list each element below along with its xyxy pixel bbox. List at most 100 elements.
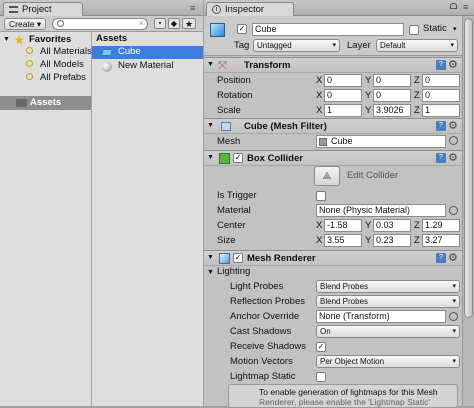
transform-header[interactable]: ▼ ⤧ Transform ? ⚙ bbox=[204, 57, 462, 73]
size-x-field[interactable]: 3.55 bbox=[324, 234, 362, 247]
reflection-probes-label: Reflection Probes bbox=[230, 296, 305, 307]
tab-inspector[interactable]: i Inspector bbox=[206, 2, 294, 16]
scale-label: Scale bbox=[217, 105, 241, 116]
list-icon bbox=[9, 6, 18, 13]
active-checkbox[interactable]: ✓ bbox=[237, 24, 247, 34]
position-y-field[interactable]: 0 bbox=[373, 74, 411, 87]
receive-shadows-checkbox[interactable]: ✓ bbox=[316, 342, 326, 352]
lightmap-info-box: To enable generation of lightmaps for th… bbox=[228, 384, 458, 408]
favorites-expand-icon[interactable]: ▼ bbox=[3, 36, 10, 43]
component-enabled-checkbox[interactable]: ✓ bbox=[233, 253, 243, 263]
project-tab-label: Project bbox=[22, 4, 52, 15]
scale-z-field[interactable]: 1 bbox=[422, 104, 460, 117]
panel-menu-icon[interactable]: ≡ bbox=[463, 2, 468, 12]
create-button[interactable]: Create ▾ bbox=[4, 18, 47, 30]
scale-x-field[interactable]: 1 bbox=[324, 104, 362, 117]
search-by-label-icon[interactable]: ◆ bbox=[168, 18, 180, 29]
search-icon bbox=[26, 60, 33, 67]
favorite-item-models[interactable]: All Models bbox=[26, 59, 96, 71]
help-book-icon[interactable]: ? bbox=[436, 253, 446, 263]
gear-icon[interactable]: ⚙ bbox=[448, 119, 458, 132]
help-book-icon[interactable]: ? bbox=[436, 121, 446, 131]
tag-dropdown[interactable]: Untagged ▾ bbox=[253, 39, 340, 52]
is-trigger-checkbox[interactable] bbox=[316, 191, 326, 201]
scrollbar-thumb[interactable] bbox=[464, 18, 473, 318]
axis-z-label: Z bbox=[414, 220, 420, 231]
lighting-expand-icon[interactable]: ▼ bbox=[207, 269, 214, 276]
component-enabled-checkbox[interactable]: ✓ bbox=[233, 153, 243, 163]
search-clear-icon[interactable]: × bbox=[139, 18, 144, 28]
axis-y-label: Y bbox=[365, 235, 372, 246]
size-z-field[interactable]: 3.27 bbox=[422, 234, 460, 247]
static-dropdown-arrow-icon[interactable]: ▾ bbox=[453, 25, 457, 33]
box-collider-header[interactable]: ▼ ✓ Box Collider ? ⚙ bbox=[204, 150, 462, 166]
mesh-label: Mesh bbox=[217, 136, 241, 147]
motion-vectors-value: Per Object Motion bbox=[320, 357, 385, 366]
mesh-object-field[interactable]: Cube bbox=[316, 135, 446, 148]
favorites-list: All Materials All Models All Prefabs bbox=[26, 45, 96, 84]
object-picker-icon[interactable] bbox=[449, 206, 458, 215]
motion-vectors-dropdown[interactable]: Per Object Motion ▾ bbox=[316, 355, 460, 368]
rotation-z-field[interactable]: 0 bbox=[422, 89, 460, 102]
edit-collider-button[interactable]: ⟁ bbox=[314, 166, 340, 186]
help-book-icon[interactable]: ? bbox=[436, 60, 446, 70]
assets-folder-label: Assets bbox=[30, 97, 62, 108]
expand-arrow-icon[interactable]: ▼ bbox=[207, 61, 214, 68]
search-icon bbox=[26, 73, 33, 80]
tab-project[interactable]: Project bbox=[3, 2, 83, 16]
favorite-item-label: All Prefabs bbox=[40, 72, 86, 83]
axis-x-label: X bbox=[316, 220, 323, 231]
anchor-override-field[interactable]: None (Transform) bbox=[316, 310, 446, 323]
rotation-label: Rotation bbox=[217, 90, 253, 101]
object-picker-icon[interactable] bbox=[449, 312, 458, 321]
lock-icon[interactable] bbox=[450, 3, 457, 9]
gear-icon[interactable]: ⚙ bbox=[448, 151, 458, 164]
inspector-scrollbar[interactable] bbox=[462, 16, 474, 406]
mesh-grid-icon bbox=[319, 138, 327, 146]
inspector-panel: i Inspector ≡ ✓ Cube Static ▾ Tag Untagg… bbox=[204, 0, 474, 408]
size-y-field[interactable]: 0.23 bbox=[373, 234, 411, 247]
static-checkbox[interactable] bbox=[409, 25, 419, 35]
reflection-probes-dropdown[interactable]: Blend Probes ▾ bbox=[316, 295, 460, 308]
position-z-field[interactable]: 0 bbox=[422, 74, 460, 87]
scale-y-field[interactable]: 3.9026 bbox=[373, 104, 411, 117]
light-probes-dropdown[interactable]: Blend Probes ▾ bbox=[316, 280, 460, 293]
favorite-item-materials[interactable]: All Materials bbox=[26, 46, 96, 58]
favorite-star-icon[interactable]: ★ bbox=[182, 18, 196, 29]
axis-y-label: Y bbox=[365, 75, 372, 86]
expand-arrow-icon[interactable]: ▼ bbox=[207, 254, 214, 261]
center-z-field[interactable]: 1.29 bbox=[422, 219, 460, 232]
panel-menu-icon[interactable]: ≡ bbox=[190, 3, 195, 13]
material-object-field[interactable]: None (Physic Material) bbox=[316, 204, 446, 217]
inspector-tabbar: i Inspector ≡ bbox=[204, 0, 474, 16]
project-search-input[interactable]: × bbox=[52, 18, 148, 30]
center-x-field[interactable]: -1.58 bbox=[324, 219, 362, 232]
assets-folder-item[interactable]: Assets bbox=[0, 96, 91, 110]
object-name-field[interactable]: Cube bbox=[252, 23, 404, 36]
gear-icon[interactable]: ⚙ bbox=[448, 251, 458, 264]
help-book-icon[interactable]: ? bbox=[436, 153, 446, 163]
rotation-x-field[interactable]: 0 bbox=[324, 89, 362, 102]
layer-dropdown[interactable]: Default ▾ bbox=[376, 39, 458, 52]
search-by-type-icon[interactable]: ▪ bbox=[154, 18, 166, 29]
lightmap-static-checkbox[interactable] bbox=[316, 372, 326, 382]
anchor-override-label: Anchor Override bbox=[230, 311, 300, 322]
rotation-y-field[interactable]: 0 bbox=[373, 89, 411, 102]
expand-arrow-icon[interactable]: ▼ bbox=[207, 122, 214, 129]
expand-arrow-icon[interactable]: ▼ bbox=[207, 154, 214, 161]
cube-prefab-icon bbox=[101, 49, 113, 56]
cast-shadows-dropdown[interactable]: On ▾ bbox=[316, 325, 460, 338]
object-picker-icon[interactable] bbox=[449, 136, 458, 145]
lighting-foldout-label[interactable]: Lighting bbox=[217, 264, 250, 279]
favorite-item-prefabs[interactable]: All Prefabs bbox=[26, 72, 96, 84]
asset-item-new-material[interactable]: New Material bbox=[92, 60, 203, 73]
gear-icon[interactable]: ⚙ bbox=[448, 58, 458, 71]
mesh-filter-header[interactable]: ▼ Cube (Mesh Filter) ? ⚙ bbox=[204, 118, 462, 134]
asset-item-cube[interactable]: Cube bbox=[92, 46, 203, 59]
position-x-field[interactable]: 0 bbox=[324, 74, 362, 87]
inspector-tab-label: Inspector bbox=[225, 4, 265, 15]
axis-x-label: X bbox=[316, 90, 323, 101]
center-y-field[interactable]: 0.03 bbox=[373, 219, 411, 232]
material-sphere-icon bbox=[102, 62, 112, 72]
favorites-label[interactable]: Favorites bbox=[29, 34, 71, 45]
